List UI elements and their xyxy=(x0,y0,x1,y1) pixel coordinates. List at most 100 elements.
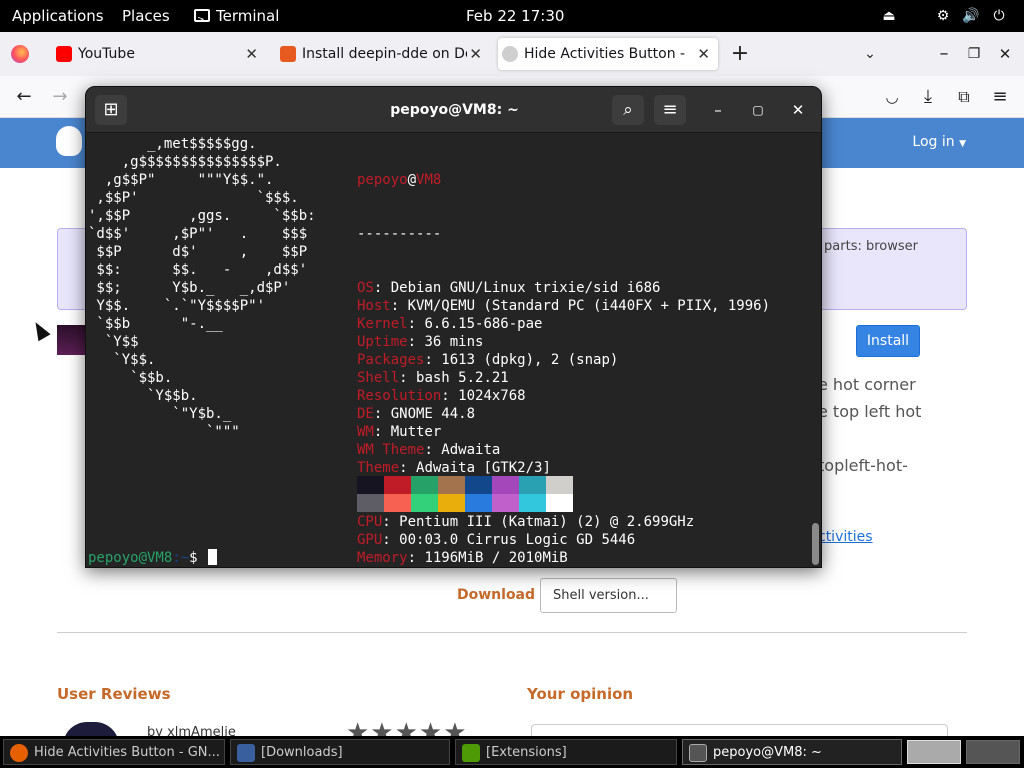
tab-list-icon[interactable]: ⌄ xyxy=(858,42,882,66)
places-menu[interactable]: Places xyxy=(122,0,170,32)
close-window-icon[interactable]: ✕ xyxy=(993,42,1017,66)
close-icon[interactable]: ✕ xyxy=(697,38,710,70)
minimize-icon[interactable]: – xyxy=(932,42,956,66)
extensions-icon[interactable]: ⧉ xyxy=(952,85,976,109)
browser-tab-bar: YouTube ✕ Install deepin-dde on Del ✕ Hi… xyxy=(0,32,1024,76)
task-label: pepoyo@VM8: ~ xyxy=(713,745,822,760)
ascii-line: `"Y$b._ xyxy=(88,406,232,422)
desktop: Applications Places Terminal Feb 22 17:3… xyxy=(0,0,1024,768)
info-key: Theme xyxy=(357,460,400,476)
tab-install-deepin[interactable]: Install deepin-dde on Del ✕ xyxy=(276,38,490,70)
applications-menu[interactable]: Applications xyxy=(12,0,104,32)
task-terminal[interactable]: pepoyo@VM8: ~ xyxy=(682,739,902,765)
power-icon[interactable]: ⏻ xyxy=(990,7,1008,25)
ascii-line: $$; Y$b._ _,d$P' xyxy=(88,280,291,296)
info-line: DE: GNOME 44.8 xyxy=(357,406,476,422)
info-key: DE xyxy=(357,406,374,422)
tab-label: Hide Activities Button - G xyxy=(524,46,689,62)
terminal-app-label: Terminal xyxy=(216,7,280,25)
terminal-app-menu[interactable]: Terminal xyxy=(194,0,280,36)
info-value: 36 mins xyxy=(424,334,484,350)
info-line: Theme: Adwaita [GTK2/3] xyxy=(357,460,551,476)
ascii-line: `Y$$ xyxy=(88,334,139,350)
ascii-line: ,g$$P" """Y$$.". xyxy=(88,172,274,188)
info-key: WM xyxy=(357,424,374,440)
color-swatch xyxy=(411,494,438,512)
info-value: 6.6.15-686-pae xyxy=(424,316,543,332)
color-palette xyxy=(357,476,573,512)
chevron-down-icon: ▼ xyxy=(959,139,966,149)
minimize-icon[interactable]: – xyxy=(702,95,734,125)
youtube-icon xyxy=(56,46,72,62)
ascii-line: $$: $$. - ,d$$' xyxy=(88,262,308,278)
window-list-taskbar: Hide Activities Button - GN... [Download… xyxy=(0,736,1024,768)
ascii-line: `$$b "-.__ xyxy=(88,316,223,332)
restore-icon[interactable]: ❐ xyxy=(962,42,986,66)
description-line: topleft-hot- xyxy=(818,456,908,475)
forward-icon[interactable]: → xyxy=(48,85,72,109)
gnome-logo-icon[interactable] xyxy=(56,126,82,156)
workspace-1[interactable] xyxy=(907,740,961,764)
close-icon[interactable]: ✕ xyxy=(469,38,482,70)
info-value: Pentium III (Katmai) (2) @ 2.699GHz xyxy=(399,514,695,530)
ascii-line: `Y$$. xyxy=(88,352,156,368)
network-icon[interactable]: ⚙ xyxy=(934,7,952,25)
terminal-output[interactable]: _,met$$$$$gg. ,g$$$$$$$$$$$$$$$P. ,g$$P"… xyxy=(86,133,821,567)
info-line: WM: Mutter xyxy=(357,424,442,440)
top-bar: Applications Places Terminal Feb 22 17:3… xyxy=(0,0,1024,36)
eject-icon[interactable]: ⏏ xyxy=(880,7,898,25)
downloads-icon[interactable]: ⤓ xyxy=(916,85,940,109)
terminal-window[interactable]: pepoyo@VM8: ~ ⊞ ⌕ ≡ – ▢ ✕ _,met$$$$$gg. … xyxy=(85,86,822,568)
tab-youtube[interactable]: YouTube ✕ xyxy=(52,38,266,70)
folder-icon xyxy=(237,744,255,762)
tab-label: Install deepin-dde on Del xyxy=(302,46,467,62)
info-key: GPU xyxy=(357,532,383,548)
color-swatch xyxy=(519,476,546,494)
shell-version-select[interactable]: Shell version... xyxy=(540,578,677,613)
menu-icon[interactable]: ≡ xyxy=(988,85,1012,109)
color-swatch xyxy=(357,494,384,512)
close-icon[interactable]: ✕ xyxy=(782,95,814,125)
new-tab-button[interactable]: + xyxy=(728,42,752,66)
info-line: Shell: bash 5.2.21 xyxy=(357,370,509,386)
terminal-icon xyxy=(689,744,707,762)
new-tab-icon[interactable]: ⊞ xyxy=(95,95,127,125)
volume-icon[interactable]: 🔊 xyxy=(962,7,980,25)
workspace-2[interactable] xyxy=(966,740,1020,764)
color-swatch xyxy=(546,476,573,494)
info-line: CPU: Pentium III (Katmai) (2) @ 2.699GHz xyxy=(357,514,695,530)
pocket-icon[interactable]: ◡ xyxy=(880,85,904,109)
login-link[interactable]: Log in ▼ xyxy=(912,134,966,150)
info-line: Packages: 1613 (dpkg), 2 (snap) xyxy=(357,352,619,368)
ascii-line: `""" xyxy=(88,424,240,440)
info-line: WM Theme: Adwaita xyxy=(357,442,501,458)
back-icon[interactable]: ← xyxy=(12,85,36,109)
clock[interactable]: Feb 22 17:30 xyxy=(466,0,564,32)
install-button[interactable]: Install xyxy=(856,325,920,357)
task-extensions[interactable]: [Extensions] xyxy=(455,739,677,765)
puzzle-icon xyxy=(462,744,480,762)
search-icon[interactable]: ⌕ xyxy=(612,95,644,125)
color-swatch xyxy=(438,476,465,494)
scrollbar[interactable] xyxy=(812,523,819,565)
info-value: 1613 (dpkg), 2 (snap) xyxy=(441,352,619,368)
activities-link[interactable]: ctivities xyxy=(818,529,873,545)
hamburger-menu-icon[interactable]: ≡ xyxy=(654,95,686,125)
divider xyxy=(57,632,967,633)
shell-prompt[interactable]: pepoyo@VM8:~$ xyxy=(88,549,218,567)
tab-hide-activities[interactable]: Hide Activities Button - G ✕ xyxy=(498,38,718,70)
debian-ascii-logo: _,met$$$$$gg. ,g$$$$$$$$$$$$$$$P. ,g$$P"… xyxy=(88,135,316,441)
prompt-path: :~ xyxy=(172,550,190,566)
info-key: Memory xyxy=(357,550,408,566)
color-swatch xyxy=(546,494,573,512)
color-swatch xyxy=(384,494,411,512)
info-value: KVM/QEMU (Standard PC (i440FX + PIIX, 19… xyxy=(407,298,771,314)
info-value: GNOME 44.8 xyxy=(390,406,476,422)
task-firefox[interactable]: Hide Activities Button - GN... xyxy=(3,739,225,765)
firefox-icon[interactable] xyxy=(11,45,29,63)
task-downloads[interactable]: [Downloads] xyxy=(230,739,450,765)
terminal-icon xyxy=(194,4,210,36)
maximize-icon[interactable]: ▢ xyxy=(742,95,774,125)
info-value: bash 5.2.21 xyxy=(416,370,509,386)
close-icon[interactable]: ✕ xyxy=(245,38,258,70)
